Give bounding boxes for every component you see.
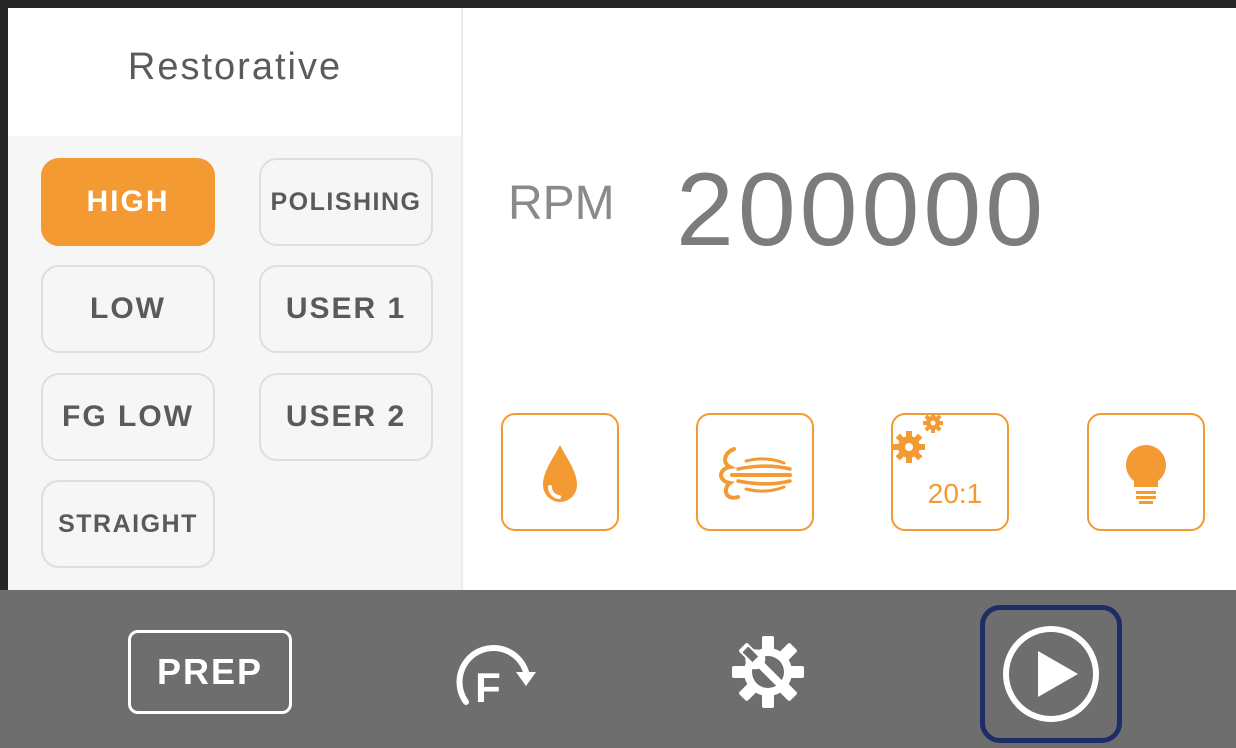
direction-button[interactable]: F	[436, 628, 544, 712]
light-bulb-icon	[1126, 445, 1166, 504]
direction-label: F	[475, 664, 501, 711]
mode-button-user-1[interactable]: USER 1	[259, 265, 433, 353]
window-frame-left	[0, 0, 8, 590]
mode-button-label: HIGH	[86, 185, 170, 218]
gear-ratio-button[interactable]: 20:1	[891, 413, 1009, 531]
mode-panel-top-strip	[8, 8, 462, 34]
water-drop-icon	[543, 445, 577, 502]
gear-ratio-label: 20:1	[928, 478, 983, 509]
window-frame-top	[0, 0, 1236, 8]
mode-button-label: STRAIGHT	[58, 509, 198, 538]
rpm-value: 200000	[676, 152, 1048, 268]
water-button[interactable]	[501, 413, 619, 531]
light-button[interactable]	[1087, 413, 1205, 531]
mode-button-user-2[interactable]: USER 2	[259, 373, 433, 461]
prep-button[interactable]: PREP	[128, 630, 292, 714]
mode-button-label: FG LOW	[62, 400, 194, 433]
mode-button-low[interactable]: LOW	[41, 265, 215, 353]
gears-icon: 20:1	[893, 415, 983, 509]
mode-title: Restorative	[127, 46, 343, 88]
settings-wrench-icon	[732, 636, 804, 708]
mode-button-high[interactable]: HIGH	[41, 158, 215, 246]
mode-button-label: USER 1	[285, 292, 407, 325]
mode-button-straight[interactable]: STRAIGHT	[41, 480, 215, 568]
mode-button-label: USER 2	[285, 400, 407, 433]
rotate-direction-icon: F	[456, 645, 536, 711]
play-button[interactable]	[998, 621, 1104, 727]
mode-button-label: LOW	[90, 292, 166, 325]
mode-button-label: POLISHING	[270, 187, 422, 216]
play-icon	[1003, 626, 1099, 722]
mode-button-fg-low[interactable]: FG LOW	[41, 373, 215, 461]
mode-button-polishing[interactable]: POLISHING	[259, 158, 433, 246]
prep-button-label: PREP	[156, 651, 264, 692]
air-button[interactable]	[696, 413, 814, 531]
settings-button[interactable]	[728, 632, 808, 712]
air-spray-icon	[719, 447, 792, 500]
rpm-label: RPM	[508, 177, 615, 230]
